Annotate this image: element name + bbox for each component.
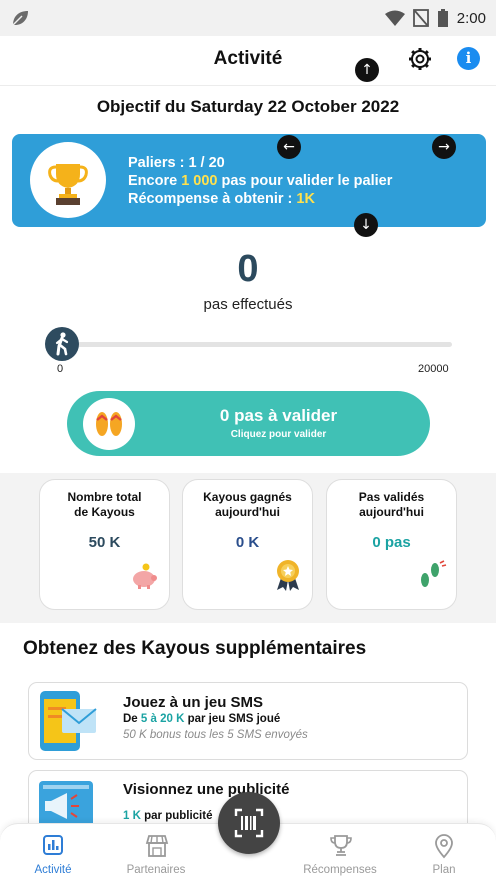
tier-card: Paliers : 1 / 20 Encore 1 000 pas pour v… (12, 134, 486, 227)
slider-max-label: 20000 (418, 363, 449, 375)
scan-button[interactable] (218, 792, 280, 854)
info-icon[interactable]: i (457, 47, 480, 70)
walking-person-icon (55, 332, 69, 356)
medal-icon (277, 560, 299, 591)
offer-reward: 1 K par publicité (123, 810, 212, 822)
sms-phone-icon (40, 691, 97, 751)
tier-remaining: Encore 1 000 pas pour valider le palier (128, 172, 392, 190)
walker-knob[interactable] (45, 327, 79, 361)
piggy-bank-icon (133, 563, 157, 589)
gear-icon[interactable] (407, 46, 433, 72)
offer-reward-suffix: par jeu SMS joué (184, 713, 281, 725)
offer-reward-value: 1 K (123, 810, 141, 822)
offer-reward-suffix: par publicité (140, 810, 213, 822)
tier-info: Paliers : 1 / 20 Encore 1 000 pas pour v… (128, 154, 392, 208)
wifi-icon (384, 10, 405, 26)
nav-item-plan[interactable]: Plan (394, 824, 494, 885)
steps-label: pas effectués (203, 296, 293, 313)
store-icon (145, 835, 169, 857)
tier-remaining-prefix: Encore (128, 173, 182, 189)
arrow-down-button[interactable]: ↓ (354, 213, 378, 237)
footprints-icon (421, 560, 447, 587)
goal-title: Objectif du Saturday 22 October 2022 (96, 97, 400, 116)
validate-steps-hint: Cliquez pour valider (230, 429, 327, 440)
nav-label: Activité (34, 864, 72, 876)
leaf-icon (12, 11, 28, 26)
stat-value: 0 K (235, 534, 260, 551)
tier-reward-value: 1K (296, 191, 315, 207)
nav-item-activite[interactable]: Activité (3, 824, 103, 885)
app-header: Activité i (0, 36, 496, 86)
offer-reward: De 5 à 20 K par jeu SMS joué (123, 713, 280, 725)
status-bar: 2:00 (0, 0, 496, 36)
offer-title: Jouez à un jeu SMS (123, 694, 264, 711)
slider-min-label: 0 (57, 363, 64, 375)
trophy-badge (30, 142, 106, 218)
no-signal-icon (412, 9, 429, 27)
stat-value: 50 K (88, 534, 121, 551)
offer-reward-value: 5 à 20 K (140, 713, 185, 725)
validate-steps-button[interactable]: 0 pas à valider Cliquez pour valider (67, 391, 430, 456)
trophy-icon (330, 835, 352, 856)
status-time: 2:00 (456, 9, 486, 27)
nav-label: Récompenses (303, 864, 377, 876)
trophy-icon (48, 164, 88, 205)
stat-card-total-kayous: Nombre total de Kayous 50 K (39, 479, 170, 610)
arrow-up-button[interactable]: ↑ (355, 58, 379, 82)
tier-level: Paliers : 1 / 20 (128, 155, 225, 171)
chart-icon (43, 835, 63, 855)
arrow-right-button[interactable]: → (432, 135, 456, 159)
tier-reward: Récompense à obtenir : 1K (128, 190, 392, 208)
stat-card-kayous-today: Kayous gagnés aujourd'hui 0 K (182, 479, 313, 610)
steps-progress-track (62, 342, 452, 347)
nav-label: Partenaires (126, 864, 186, 876)
scan-icon (234, 808, 264, 838)
validate-steps-count: 0 pas à valider (219, 406, 338, 425)
tier-reward-prefix: Récompense à obtenir : (128, 191, 297, 207)
steps-count: 0 (237, 248, 259, 290)
stat-label: Pas validés aujourd'hui (358, 490, 425, 519)
nav-item-partenaires[interactable]: Partenaires (106, 824, 206, 885)
tier-remaining-value: 1 000 (181, 173, 218, 189)
map-pin-icon (435, 834, 453, 859)
stat-label: Kayous gagnés aujourd'hui (203, 490, 292, 519)
tier-remaining-suffix: pas pour valider le palier (217, 173, 393, 189)
offer-card-sms-game[interactable]: Jouez à un jeu SMS De 5 à 20 K par jeu S… (28, 682, 468, 760)
arrow-left-button[interactable]: ← (277, 135, 301, 159)
nav-label: Plan (432, 864, 456, 876)
section-title: Obtenez des Kayous supplémentaires (23, 638, 367, 659)
stat-value: 0 pas (372, 534, 411, 551)
stat-card-steps-validated: Pas validés aujourd'hui 0 pas (326, 479, 457, 610)
offer-bonus-note: 50 K bonus tous les 5 SMS envoyés (123, 729, 308, 741)
battery-icon (437, 9, 448, 27)
offer-reward-prefix: De (123, 713, 141, 725)
nav-item-recompenses[interactable]: Récompenses (290, 824, 390, 885)
stat-label: Nombre total de Kayous (67, 490, 142, 519)
